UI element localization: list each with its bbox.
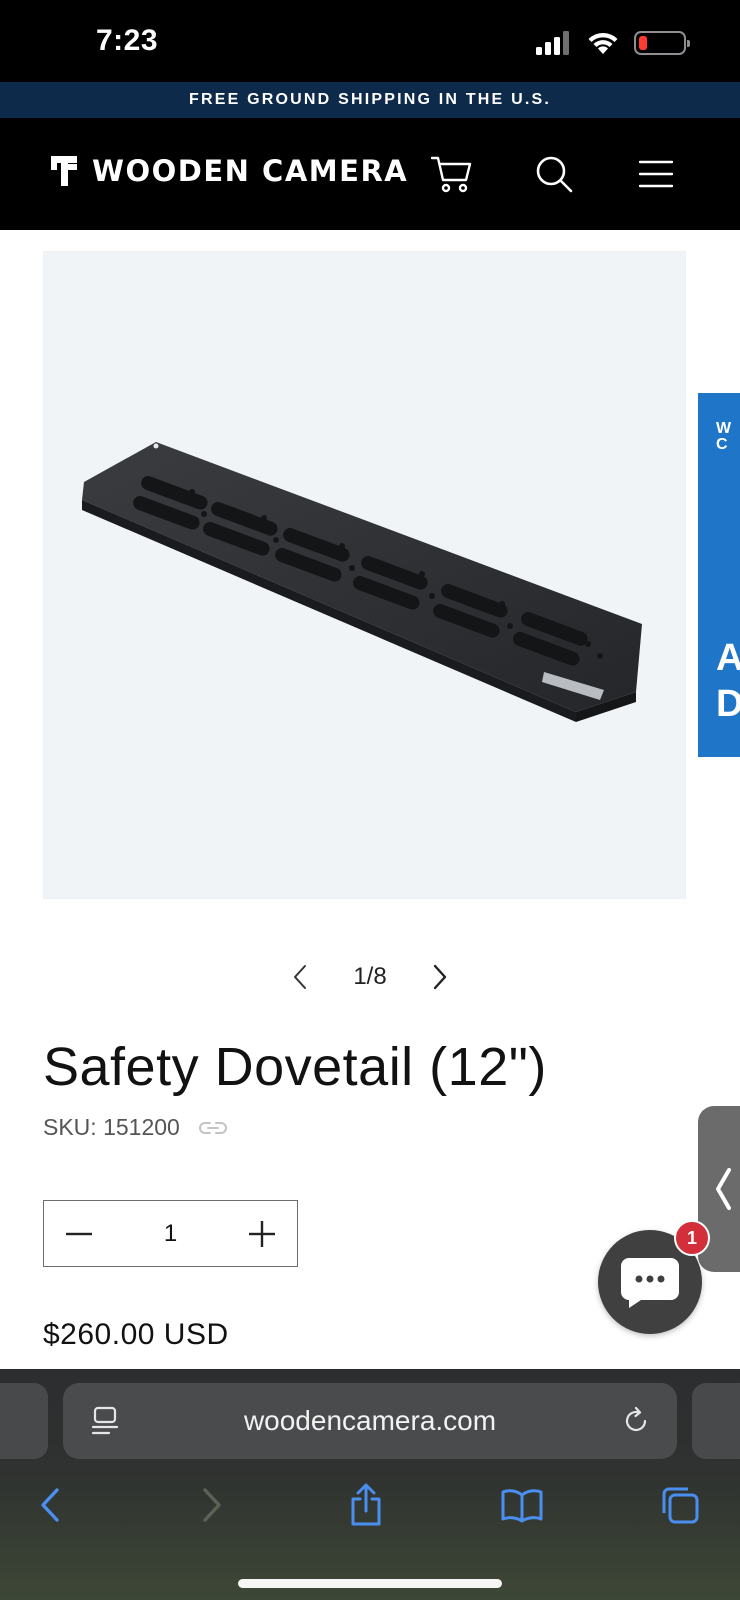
browser-toolbar — [0, 1473, 740, 1537]
link-icon[interactable] — [198, 1120, 228, 1136]
quantity-decrease-button[interactable] — [44, 1202, 114, 1266]
battery-low-icon — [634, 31, 690, 55]
product-image[interactable] — [43, 251, 686, 899]
gallery-position: 1/8 — [353, 963, 387, 990]
dovetail-plate-image — [82, 442, 642, 722]
chat-unread-badge: 1 — [674, 1220, 710, 1256]
share-icon[interactable] — [340, 1479, 392, 1531]
announcement-bar[interactable]: FREE GROUND SHIPPING IN THE U.S. — [0, 82, 740, 118]
status-bar: 7:23 — [0, 0, 740, 82]
sku-text: SKU: 151200 — [43, 1114, 180, 1140]
status-time: 7:23 — [96, 24, 159, 57]
product-title: Safety Dovetail (12") — [43, 1037, 547, 1097]
page-menu-icon[interactable] — [91, 1405, 119, 1437]
logo-mark-icon — [51, 156, 77, 186]
browser-chrome: woodencamera.com — [0, 1369, 740, 1600]
chat-bubble-icon — [621, 1258, 679, 1308]
quantity-increase-button[interactable] — [227, 1202, 297, 1266]
quantity-stepper: 1 — [43, 1200, 298, 1267]
address-bar[interactable]: woodencamera.com — [63, 1383, 677, 1459]
chevron-left-icon[interactable] — [285, 962, 315, 992]
battery-level — [639, 36, 647, 50]
forward-icon[interactable] — [186, 1479, 238, 1531]
sku-row: SKU: 151200 — [43, 1114, 228, 1141]
quantity-input[interactable]: 1 — [121, 1220, 221, 1248]
tabs-icon[interactable] — [654, 1479, 706, 1531]
product-price: $260.00 USD — [43, 1318, 229, 1351]
status-icons — [536, 30, 690, 56]
site-header: WOODEN CAMERA — [0, 118, 740, 230]
url-text: woodencamera.com — [243, 1405, 497, 1436]
logo[interactable]: WOODEN CAMERA — [50, 154, 408, 188]
reload-icon[interactable] — [621, 1406, 651, 1436]
logo-text: WOODEN CAMERA — [92, 154, 409, 188]
next-slide-text-bottom: AD — [716, 637, 740, 725]
back-icon[interactable] — [24, 1479, 76, 1531]
search-icon[interactable] — [528, 148, 580, 200]
cellular-signal-icon — [536, 31, 569, 55]
next-slide-text-top: WC — [716, 420, 732, 453]
bookmarks-icon[interactable] — [496, 1479, 548, 1531]
gallery-pager: 1/8 — [0, 962, 740, 992]
chevron-left-icon — [716, 1168, 731, 1210]
menu-icon[interactable] — [630, 148, 682, 200]
next-tab-preview[interactable] — [692, 1383, 740, 1459]
wifi-icon — [588, 32, 618, 54]
home-indicator[interactable] — [238, 1579, 502, 1588]
chevron-right-icon[interactable] — [425, 962, 455, 992]
next-slide-peek[interactable]: WC AD — [698, 393, 740, 757]
previous-tab-preview[interactable] — [0, 1383, 48, 1459]
cart-icon[interactable] — [426, 148, 478, 200]
